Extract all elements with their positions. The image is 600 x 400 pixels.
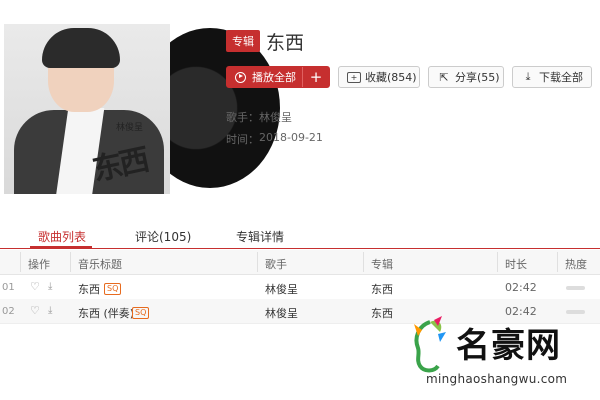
download-icon: ⤓ [525, 70, 531, 83]
row-index: 02 [2, 306, 15, 317]
release-time-value: 2018-09-21 [259, 131, 323, 144]
album-cover[interactable]: 林俊呈 东西 [4, 24, 170, 194]
heat-bar [566, 310, 585, 314]
share-button[interactable]: ⇱ 分享(55) [428, 66, 504, 88]
column-separator [557, 252, 558, 272]
column-header-actions[interactable]: 操作 [28, 256, 50, 272]
heat-bar [566, 286, 585, 290]
song-singer[interactable]: 林俊呈 [265, 305, 298, 321]
cover-figure-hair [42, 28, 120, 68]
song-duration: 02:42 [505, 281, 537, 294]
column-header-album[interactable]: 专辑 [371, 256, 393, 272]
folder-add-icon: + [347, 71, 361, 83]
column-header-singer[interactable]: 歌手 [265, 256, 287, 272]
column-separator [363, 252, 364, 272]
collect-button[interactable]: + 收藏(854) [338, 66, 420, 88]
play-all-label: 播放全部 [252, 71, 296, 84]
add-to-playlist-button[interactable]: + [302, 67, 329, 87]
column-separator [257, 252, 258, 272]
singer-value[interactable]: 林俊呈 [259, 109, 292, 125]
tab-divider [0, 248, 600, 249]
play-all-button[interactable]: 播放全部 + [226, 66, 330, 88]
like-icon[interactable]: ♡ [30, 304, 40, 317]
watermark-name: 名豪网 [456, 326, 561, 366]
sq-badge: SQ [132, 307, 150, 319]
song-album[interactable]: 东西 [371, 281, 393, 297]
tab-comments[interactable]: 评论(105) [135, 228, 191, 245]
song-singer[interactable]: 林俊呈 [265, 281, 298, 297]
song-album[interactable]: 东西 [371, 305, 393, 321]
column-header-heat[interactable]: 热度 [565, 256, 587, 272]
download-label: 下载全部 [539, 71, 583, 84]
column-separator [20, 252, 21, 272]
sq-badge: SQ [104, 283, 122, 295]
album-title: 东西 [266, 32, 305, 54]
watermark-logo [414, 316, 446, 373]
singer-key: 歌手： [226, 111, 259, 124]
song-title[interactable]: 东西 (伴奏) [78, 305, 134, 321]
column-header-duration[interactable]: 时长 [505, 256, 527, 272]
column-separator [70, 252, 71, 272]
album-tag: 专辑 [226, 30, 260, 52]
tab-song-list[interactable]: 歌曲列表 [38, 228, 86, 245]
download-all-button[interactable]: ⤓ 下载全部 [512, 66, 592, 88]
collect-label: 收藏(854) [365, 71, 417, 84]
watermark-url: minghaoshangwu.com [426, 372, 568, 386]
play-icon [235, 71, 246, 83]
download-icon[interactable]: ⤓ [48, 305, 52, 316]
share-icon: ⇱ [439, 70, 449, 84]
column-header-title[interactable]: 音乐标题 [78, 256, 122, 272]
tab-album-details[interactable]: 专辑详情 [236, 228, 284, 245]
row-index: 01 [2, 282, 15, 293]
cover-artist-mark: 林俊呈 [116, 123, 144, 133]
release-time-key: 时间： [226, 133, 259, 146]
like-icon[interactable]: ♡ [30, 280, 40, 293]
column-separator [497, 252, 498, 272]
download-icon[interactable]: ⤓ [48, 281, 52, 292]
share-label: 分享(55) [455, 71, 500, 84]
song-title[interactable]: 东西 [78, 281, 100, 297]
song-duration: 02:42 [505, 305, 537, 318]
